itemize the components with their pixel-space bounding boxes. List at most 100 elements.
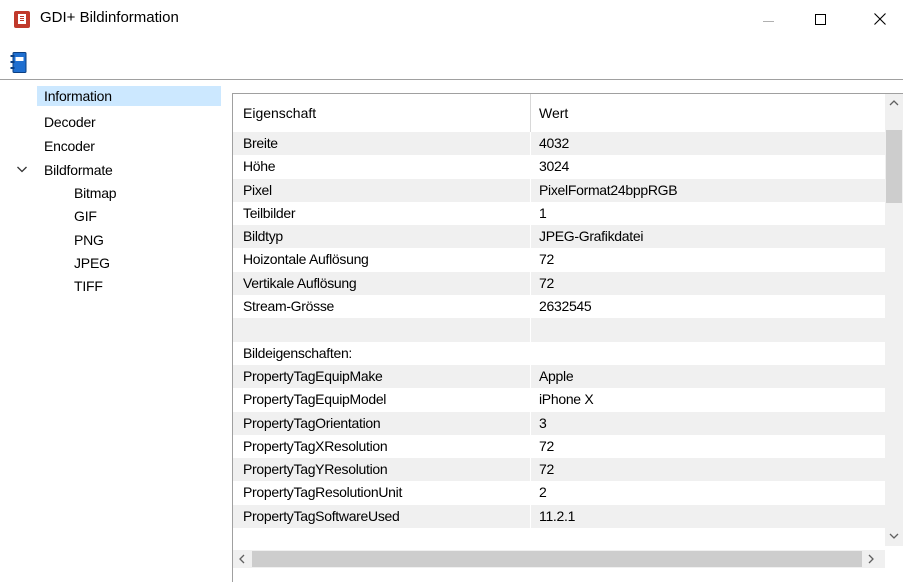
- table-row[interactable]: PropertyTagXResolution 72: [233, 434, 885, 459]
- property-cell: Breite: [243, 135, 278, 151]
- chevron-down-icon[interactable]: [16, 160, 28, 180]
- table-row[interactable]: Bildtyp JPEG-Grafikdatei: [233, 225, 885, 249]
- navigation-tree: Information Decoder Encoder Bildformate …: [8, 86, 222, 581]
- tree-item-decoder[interactable]: Decoder: [44, 112, 96, 132]
- title-bar: GDI+ Bildinformation: [0, 0, 903, 38]
- column-divider[interactable]: [530, 94, 531, 132]
- cell-divider: [530, 225, 531, 249]
- value-cell: 72: [539, 437, 554, 454]
- property-cell: Hoizontale Auflösung: [243, 251, 369, 268]
- cell-divider: [530, 271, 531, 296]
- property-cell: PropertyTagResolutionUnit: [243, 484, 403, 501]
- vertical-scrollbar[interactable]: [885, 94, 903, 546]
- app-document-icon: [14, 11, 30, 28]
- maximize-icon: [814, 13, 826, 25]
- value-cell: 72: [539, 251, 554, 268]
- table-row[interactable]: PropertyTagResolutionUnit 2: [233, 481, 885, 505]
- property-cell: PropertyTagOrientation: [243, 414, 381, 431]
- property-cell: Bildtyp: [243, 228, 283, 245]
- property-grid: Eigenschaft Wert Breite 4032 Höhe 3024 Pixel…: [232, 93, 903, 582]
- tree-item-png[interactable]: PNG: [74, 230, 104, 250]
- property-cell: Stream-Grösse: [243, 298, 335, 315]
- property-cell: PropertyTagXResolution: [243, 437, 388, 454]
- value-cell: PixelFormat24bppRGB: [539, 181, 678, 198]
- tree-item-gif[interactable]: GIF: [74, 206, 97, 226]
- property-cell: PropertyTagSoftwareUsed: [243, 507, 400, 524]
- value-cell: 2: [539, 484, 547, 501]
- tree-item-information[interactable]: Information: [37, 86, 221, 106]
- table-row[interactable]: Teilbilder 1: [233, 201, 885, 226]
- tree-item-label: Information: [44, 88, 112, 104]
- table-row[interactable]: Breite 4032: [233, 132, 885, 156]
- cell-divider: [530, 458, 531, 482]
- cell-divider: [530, 132, 531, 156]
- value-cell: 72: [539, 461, 554, 478]
- cell-divider: [530, 201, 531, 226]
- value-cell: 2632545: [539, 298, 592, 315]
- scroll-right-icon[interactable]: [866, 554, 876, 564]
- horizontal-scroll-thumb[interactable]: [252, 551, 862, 567]
- table-row[interactable]: Bildeigenschaften:: [233, 341, 885, 365]
- cell-divider: [530, 155, 531, 179]
- table-row[interactable]: Hoizontale Auflösung 72: [233, 248, 885, 272]
- property-cell: Teilbilder: [243, 204, 296, 221]
- table-row[interactable]: Stream-Grösse 2632545: [233, 295, 885, 319]
- cell-divider: [530, 248, 531, 272]
- cell-divider: [530, 178, 531, 202]
- tree-item-bildformate[interactable]: Bildformate: [44, 160, 113, 180]
- table-row[interactable]: [233, 318, 885, 342]
- value-cell: 3: [539, 414, 547, 431]
- table-row[interactable]: PropertyTagEquipMake Apple: [233, 364, 885, 389]
- close-button[interactable]: [857, 0, 903, 38]
- window-title: GDI+ Bildinformation: [40, 9, 179, 26]
- cell-divider: [530, 504, 531, 529]
- table-row[interactable]: PropertyTagSoftwareUsed 11.2.1: [233, 504, 885, 529]
- table-row[interactable]: PropertyTagOrientation 3: [233, 411, 885, 435]
- value-cell: Apple: [539, 367, 574, 384]
- column-header-value[interactable]: Wert: [539, 105, 568, 121]
- toolbar: [0, 48, 903, 78]
- cell-divider: [530, 434, 531, 459]
- tree-item-tiff[interactable]: TIFF: [74, 276, 103, 296]
- cell-divider: [530, 341, 531, 365]
- cell-divider: [530, 411, 531, 435]
- tree-item-bitmap[interactable]: Bitmap: [74, 183, 117, 203]
- value-cell: JPEG-Grafikdatei: [539, 228, 644, 245]
- property-cell: PropertyTagYResolution: [243, 461, 388, 478]
- property-cell: Bildeigenschaften:: [243, 344, 353, 361]
- column-header-property[interactable]: Eigenschaft: [243, 105, 316, 121]
- minimize-button[interactable]: [745, 0, 791, 38]
- close-icon: [874, 13, 886, 25]
- table-row[interactable]: Höhe 3024: [233, 155, 885, 179]
- grid-header: Eigenschaft Wert: [233, 94, 885, 133]
- maximize-button[interactable]: [797, 0, 843, 38]
- value-cell: 72: [539, 274, 554, 291]
- tree-item-jpeg[interactable]: JPEG: [74, 253, 110, 273]
- cell-divider: [530, 295, 531, 319]
- toolbar-divider: [0, 79, 903, 80]
- table-row[interactable]: Vertikale Auflösung 72: [233, 271, 885, 296]
- vertical-scroll-thumb[interactable]: [886, 130, 902, 203]
- cell-divider: [530, 318, 531, 342]
- table-row[interactable]: PropertyTagYResolution 72: [233, 458, 885, 482]
- scroll-up-icon[interactable]: [889, 98, 899, 108]
- tree-item-encoder[interactable]: Encoder: [44, 136, 95, 156]
- minimize-icon: [762, 20, 774, 22]
- property-cell: Pixel: [243, 181, 272, 198]
- value-cell: 4032: [539, 135, 569, 151]
- cell-divider: [530, 364, 531, 389]
- table-row[interactable]: Pixel PixelFormat24bppRGB: [233, 178, 885, 202]
- property-cell: Vertikale Auflösung: [243, 274, 357, 291]
- table-row[interactable]: PropertyTagEquipModel iPhone X: [233, 388, 885, 412]
- value-cell: 11.2.1: [539, 507, 576, 524]
- property-cell: PropertyTagEquipMake: [243, 367, 383, 384]
- grid-rows: Breite 4032 Höhe 3024 Pixel PixelFormat24bppR…: [233, 132, 885, 547]
- value-cell: 1: [539, 204, 547, 221]
- scroll-left-icon[interactable]: [237, 554, 247, 564]
- scroll-down-icon[interactable]: [889, 531, 899, 541]
- cell-divider: [530, 481, 531, 505]
- horizontal-scrollbar[interactable]: [233, 550, 885, 568]
- book-icon[interactable]: [10, 52, 27, 73]
- property-cell: PropertyTagEquipModel: [243, 391, 387, 408]
- cell-divider: [530, 388, 531, 412]
